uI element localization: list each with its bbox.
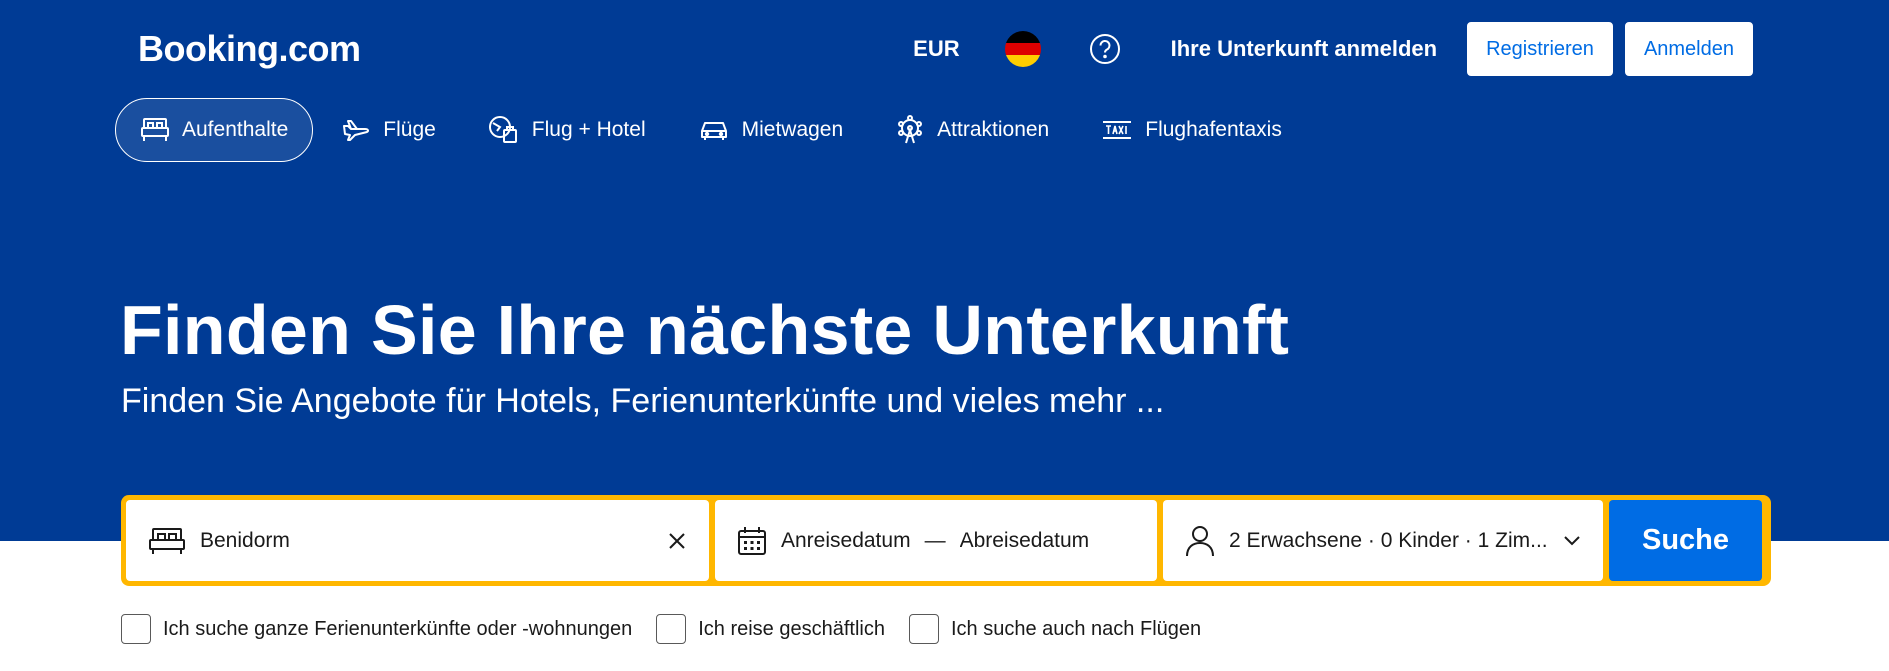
list-property-link[interactable]: Ihre Unterkunft anmelden xyxy=(1171,36,1437,62)
tab-label: Flug + Hotel xyxy=(531,118,646,141)
tab-flight-hotel[interactable]: Flug + Hotel xyxy=(464,98,670,162)
date-separator: — xyxy=(924,528,946,552)
destination-field[interactable]: Benidorm xyxy=(126,500,709,581)
tab-label: Aufenthalte xyxy=(182,118,289,141)
search-bar: Benidorm Anreisedatum — Abreisedatum 2 E… xyxy=(121,495,1771,586)
tab-label: Flughafentaxis xyxy=(1145,118,1282,141)
flag-germany-icon[interactable] xyxy=(1004,31,1041,67)
tab-flights[interactable]: Flüge xyxy=(317,98,460,162)
car-icon xyxy=(700,122,727,140)
tab-car-rental[interactable]: Mietwagen xyxy=(674,98,868,162)
tab-label: Flüge xyxy=(383,118,436,141)
hero-banner xyxy=(0,0,1889,541)
taxi-icon xyxy=(1103,121,1132,139)
bed-icon xyxy=(141,118,169,141)
plane-icon xyxy=(343,120,370,141)
hero-subtitle: Finden Sie Angebote für Hotels, Ferienun… xyxy=(121,382,1165,420)
date-picker-field[interactable]: Anreisedatum — Abreisedatum xyxy=(715,500,1157,581)
option-business-travel[interactable]: Ich reise geschäftlich xyxy=(656,614,885,644)
close-icon[interactable] xyxy=(667,531,687,551)
tab-label: Attraktionen xyxy=(937,118,1050,141)
search-button[interactable]: Suche xyxy=(1609,500,1762,581)
person-icon xyxy=(1186,525,1214,556)
tab-stays[interactable]: Aufenthalte xyxy=(115,98,314,162)
tab-label: Mietwagen xyxy=(741,118,844,141)
calendar-icon xyxy=(738,526,766,555)
bed-icon xyxy=(149,527,185,554)
option-vacation-rentals[interactable]: Ich suche ganze Ferienunterkünfte oder -… xyxy=(121,614,632,644)
register-button[interactable]: Registrieren xyxy=(1467,22,1613,76)
guests-field[interactable]: 2 Erwachsene · 0 Kinder · 1 Zim... xyxy=(1163,500,1603,581)
search-options: Ich suche ganze Ferienunterkünfte oder -… xyxy=(121,614,1225,644)
question-circle-icon[interactable] xyxy=(1089,33,1121,65)
checkbox[interactable] xyxy=(908,614,939,644)
checkin-date[interactable]: Anreisedatum xyxy=(781,529,911,553)
tab-attractions[interactable]: Attraktionen xyxy=(871,98,1073,162)
chevron-down-icon[interactable] xyxy=(1563,535,1581,547)
hero-title: Finden Sie Ihre nächste Unterkunft xyxy=(120,291,1290,369)
checkout-date[interactable]: Abreisedatum xyxy=(960,529,1090,553)
option-search-flights[interactable]: Ich suche auch nach Flügen xyxy=(908,614,1202,644)
ferris-wheel-icon xyxy=(898,115,923,144)
product-tabs: Aufenthalte Flüge Flug + Hotel Mietwagen xyxy=(115,98,1310,162)
tab-airport-taxis[interactable]: Flughafentaxis xyxy=(1077,98,1306,162)
booking-logo[interactable]: Booking.com xyxy=(138,28,361,70)
checkbox[interactable] xyxy=(121,614,151,644)
checkbox-label: Ich reise geschäftlich xyxy=(698,617,885,640)
currency-selector[interactable]: EUR xyxy=(913,36,959,62)
flight-hotel-icon xyxy=(488,116,517,143)
top-navigation: EUR Ihre Unterkunft anmelden Registriere… xyxy=(913,22,1753,76)
guests-summary[interactable]: 2 Erwachsene · 0 Kinder · 1 Zim... xyxy=(1229,529,1563,553)
checkbox[interactable] xyxy=(656,614,687,644)
checkbox-label: Ich suche auch nach Flügen xyxy=(950,617,1202,640)
checkbox-label: Ich suche ganze Ferienunterkünfte oder -… xyxy=(163,617,633,640)
destination-input[interactable]: Benidorm xyxy=(200,529,667,553)
login-button[interactable]: Anmelden xyxy=(1624,22,1753,76)
